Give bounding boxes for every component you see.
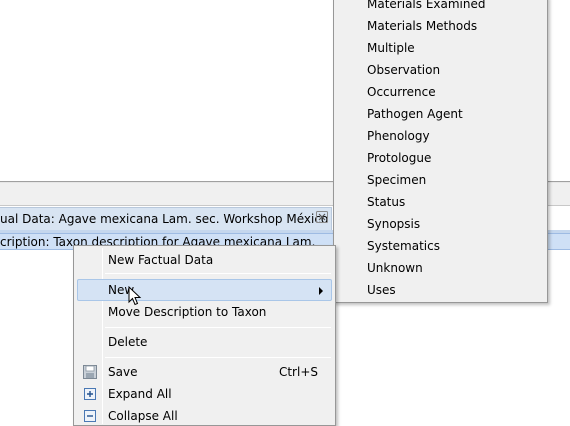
submenu-item[interactable]: Multiple xyxy=(367,41,415,63)
menu-item-label: Collapse All xyxy=(108,409,178,423)
submenu-item[interactable]: Materials Methods xyxy=(367,19,477,41)
menu-separator xyxy=(105,357,331,358)
menu-item-label: Delete xyxy=(108,335,148,349)
expand-all-icon xyxy=(84,388,96,400)
submenu-item[interactable]: Systematics xyxy=(367,239,440,261)
submenu-item[interactable]: Status xyxy=(367,195,405,217)
menu-item-delete[interactable]: Delete xyxy=(77,331,332,353)
submenu-item[interactable]: Synopsis xyxy=(367,217,420,239)
context-menu: New Factual Data New Move Description to… xyxy=(73,245,336,426)
submenu-item[interactable]: Specimen xyxy=(367,173,426,195)
submenu-item[interactable]: Protologue xyxy=(367,151,431,173)
menu-item-new-factual-data[interactable]: New Factual Data xyxy=(77,249,332,271)
screen: ual Data: Agave mexicana Lam. sec. Works… xyxy=(0,0,570,426)
menu-item-move-description[interactable]: Move Description to Taxon xyxy=(77,301,332,323)
menu-item-label: New Factual Data xyxy=(108,253,214,267)
save-icon xyxy=(83,365,97,379)
mouse-cursor xyxy=(128,286,142,306)
submenu-item[interactable]: Unknown xyxy=(367,261,423,283)
collapse-all-icon xyxy=(84,410,96,422)
submenu-item[interactable]: Pathogen Agent xyxy=(367,107,463,129)
factual-data-view-tab[interactable]: ual Data: Agave mexicana Lam. sec. Works… xyxy=(0,207,363,230)
menu-item-save[interactable]: Save Ctrl+S xyxy=(77,361,332,383)
view-tab-title: ual Data: Agave mexicana Lam. sec. Works… xyxy=(0,212,363,226)
submenu-item[interactable]: Phenology xyxy=(367,129,430,151)
menu-item-new[interactable]: New xyxy=(77,279,332,301)
submenu-arrow-icon xyxy=(319,287,323,295)
new-submenu: Materials Examined Materials Methods Multi… xyxy=(333,0,548,303)
submenu-item[interactable]: Materials Examined xyxy=(367,0,485,19)
save-shortcut: Ctrl+S xyxy=(278,365,318,379)
menu-separator xyxy=(105,327,331,328)
menu-separator xyxy=(105,273,331,274)
menu-item-label: Save xyxy=(108,365,138,379)
menu-item-collapse-all[interactable]: Collapse All xyxy=(77,405,332,426)
menu-item-label: Expand All xyxy=(108,387,172,401)
close-icon[interactable] xyxy=(316,211,328,223)
submenu-item[interactable]: Observation xyxy=(367,63,440,85)
submenu-item[interactable]: Occurrence xyxy=(367,85,436,107)
submenu-item[interactable]: Uses xyxy=(367,283,396,305)
menu-item-expand-all[interactable]: Expand All xyxy=(77,383,332,405)
